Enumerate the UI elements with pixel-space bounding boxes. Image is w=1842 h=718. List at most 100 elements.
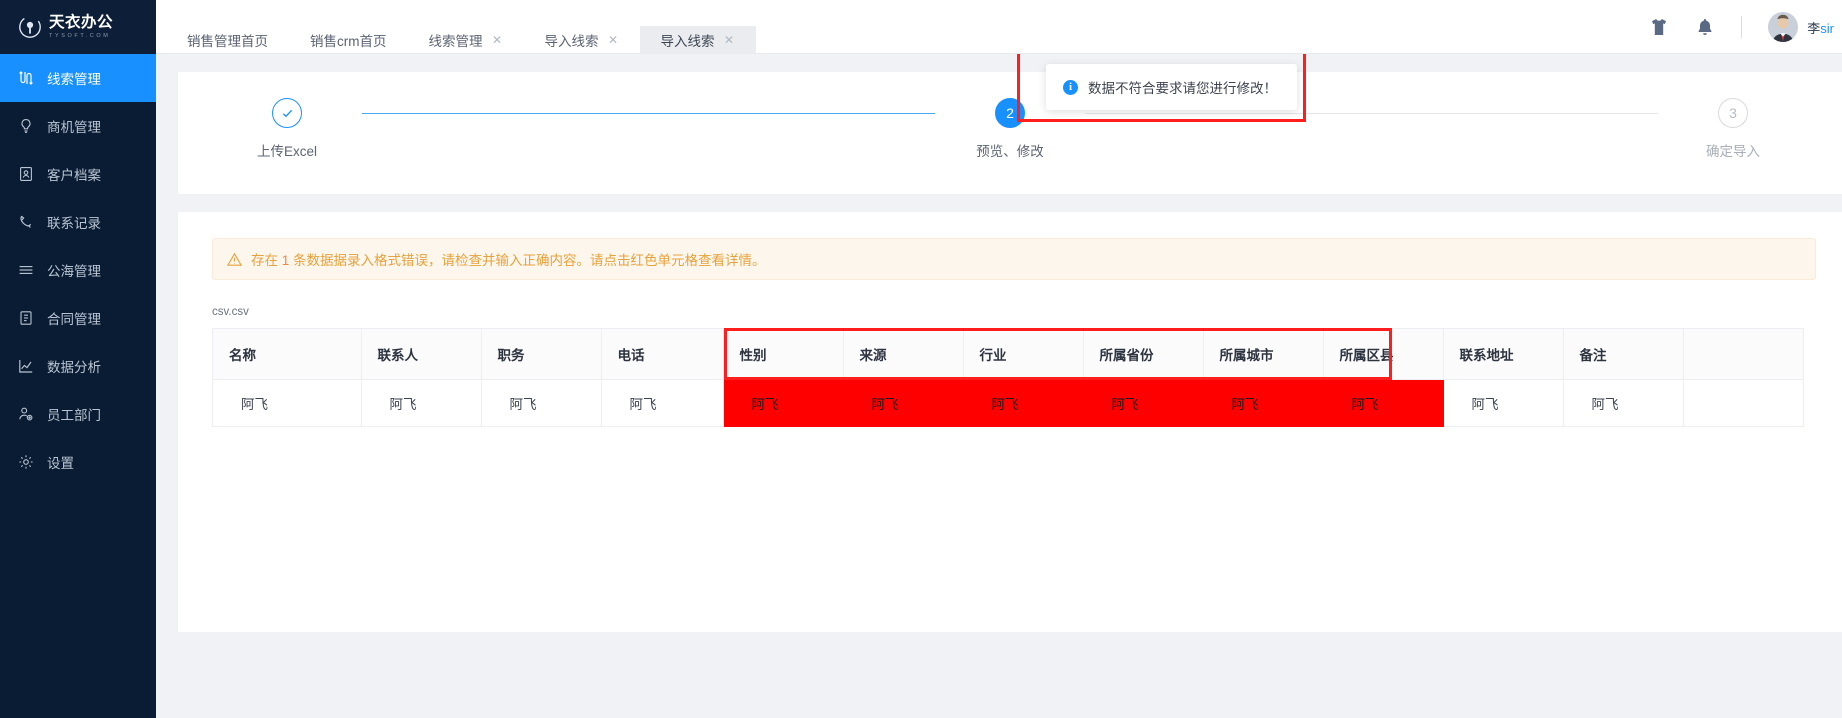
step-label: 上传Excel xyxy=(256,144,317,159)
sidebar-item-设置[interactable]: 设置 xyxy=(0,438,156,486)
bulb-icon xyxy=(18,118,34,134)
uploaded-filename: csv.csv xyxy=(212,306,249,318)
cell-所属区县-error[interactable]: 阿飞 xyxy=(1323,379,1444,427)
sidebar-item-label: 公海管理 xyxy=(47,264,101,279)
sidebar-item-线索管理[interactable]: 线索管理 xyxy=(0,54,156,102)
tab-导入线索-1[interactable]: 导入线索 ✕ xyxy=(524,26,640,53)
brand-name: 天衣办公 xyxy=(49,14,114,31)
gear-icon xyxy=(18,454,34,470)
avatar xyxy=(1768,12,1799,42)
sidebar-item-label: 数据分析 xyxy=(47,360,101,375)
info-circle-icon: i xyxy=(1063,79,1078,95)
preview-table: 名称 联系人 职务 电话 性别 来源 行业 所属省份 所属城市 所属区县 联系地 xyxy=(213,329,1803,427)
header-actions: 李sir xyxy=(1649,0,1842,54)
column-header-spacer xyxy=(1683,329,1803,380)
warning-triangle-icon xyxy=(226,252,243,267)
tab-label: 导入线索 xyxy=(660,33,715,49)
column-header-行业[interactable]: 行业 xyxy=(963,329,1084,380)
column-header-职务[interactable]: 职务 xyxy=(481,329,602,380)
user-gear-icon xyxy=(18,406,34,422)
tab-label: 导入线索 xyxy=(544,33,599,49)
column-header-名称[interactable]: 名称 xyxy=(213,329,362,380)
cell-名称[interactable]: 阿飞 xyxy=(213,379,362,427)
column-header-性别[interactable]: 性别 xyxy=(723,329,844,380)
cell-联系人[interactable]: 阿飞 xyxy=(361,379,482,427)
column-header-所属省份[interactable]: 所属省份 xyxy=(1083,329,1204,380)
sidebar-item-label: 合同管理 xyxy=(47,312,101,327)
cell-spacer xyxy=(1683,379,1803,427)
sidebar-item-label: 设置 xyxy=(47,456,74,471)
waves-icon xyxy=(18,262,34,278)
tab-销售crm首页[interactable]: 销售crm首页 xyxy=(289,26,408,53)
sidebar-item-客户档案[interactable]: 客户档案 xyxy=(0,150,156,198)
close-icon[interactable]: ✕ xyxy=(492,34,503,46)
tab-strip: 销售管理首页 销售crm首页 线索管理 ✕ 导入线索 ✕ 导入线索 ✕ xyxy=(156,26,1842,54)
step-marker-todo: 3 xyxy=(1718,98,1748,128)
sidebar-item-合同管理[interactable]: 合同管理 xyxy=(0,294,156,342)
sidebar-item-公海管理[interactable]: 公海管理 xyxy=(0,246,156,294)
user-name: 李sir xyxy=(1807,20,1834,36)
tshirt-icon[interactable] xyxy=(1649,17,1669,37)
main-area: 李sir 销售管理首页 销售crm首页 线索管理 ✕ 导入线索 ✕ 导入线索 ✕ xyxy=(156,0,1842,718)
chart-line-icon xyxy=(18,358,34,374)
error-alert-banner: 存在 1 条数据据录入格式错误，请检查并输入正确内容。请点击红色单元格查看详情。 xyxy=(212,238,1816,280)
close-icon[interactable]: ✕ xyxy=(724,34,735,46)
step-确定导入[interactable]: 3 确定导入 xyxy=(1658,98,1808,160)
alert-message: 存在 1 条数据据录入格式错误，请检查并输入正确内容。请点击红色单元格查看详情。 xyxy=(251,253,766,268)
table-row: 阿飞 阿飞 阿飞 阿飞 阿飞 阿飞 阿飞 阿飞 阿飞 阿飞 阿飞 阿飞 xyxy=(213,379,1803,427)
cell-来源-error[interactable]: 阿飞 xyxy=(843,379,964,427)
cell-备注[interactable]: 阿飞 xyxy=(1563,379,1684,427)
table-header-row: 名称 联系人 职务 电话 性别 来源 行业 所属省份 所属城市 所属区县 联系地 xyxy=(213,329,1803,380)
sidebar-item-员工部门[interactable]: 员工部门 xyxy=(0,390,156,438)
cell-所属省份-error[interactable]: 阿飞 xyxy=(1083,379,1204,427)
validation-toast: i 数据不符合要求请您进行修改！ xyxy=(1046,64,1297,110)
cell-联系地址[interactable]: 阿飞 xyxy=(1443,379,1564,427)
sidebar: 天衣办公 TYSOFT.COM 线索管理 商机管理 客户档案 联系记录 公海管理… xyxy=(0,0,156,718)
sidebar-item-数据分析[interactable]: 数据分析 xyxy=(0,342,156,390)
thread-icon xyxy=(18,70,34,86)
column-header-电话[interactable]: 电话 xyxy=(601,329,724,380)
cell-行业-error[interactable]: 阿飞 xyxy=(963,379,1084,427)
close-icon[interactable]: ✕ xyxy=(608,34,619,46)
tab-导入线索-2[interactable]: 导入线索 ✕ xyxy=(639,26,756,53)
column-header-所属区县[interactable]: 所属区县 xyxy=(1323,329,1444,380)
brand-logo-block[interactable]: 天衣办公 TYSOFT.COM xyxy=(0,0,156,54)
stepper-card: 上传Excel 2 预览、修改 3 确定导入 xyxy=(178,72,1842,194)
sidebar-item-label: 联系记录 xyxy=(47,216,101,231)
sidebar-item-联系记录[interactable]: 联系记录 xyxy=(0,198,156,246)
brand-subtitle: TYSOFT.COM xyxy=(49,32,111,39)
bell-icon[interactable] xyxy=(1695,17,1715,37)
preview-table-wrapper: 名称 联系人 职务 电话 性别 来源 行业 所属省份 所属城市 所属区县 联系地 xyxy=(212,328,1804,427)
sidebar-item-label: 线索管理 xyxy=(47,72,101,87)
step-label: 预览、修改 xyxy=(976,144,1044,159)
tab-销售管理首页[interactable]: 销售管理首页 xyxy=(166,26,289,53)
sidebar-item-label: 员工部门 xyxy=(47,408,101,423)
column-header-备注[interactable]: 备注 xyxy=(1563,329,1684,380)
step-connector-1 xyxy=(362,113,935,114)
column-header-来源[interactable]: 来源 xyxy=(843,329,964,380)
tab-label: 销售管理首页 xyxy=(187,33,268,49)
user-menu[interactable]: 李sir xyxy=(1768,12,1834,42)
sidebar-item-商机管理[interactable]: 商机管理 xyxy=(0,102,156,150)
cell-性别-error[interactable]: 阿飞 xyxy=(723,379,844,427)
tab-线索管理[interactable]: 线索管理 ✕ xyxy=(408,26,524,53)
cell-电话[interactable]: 阿飞 xyxy=(601,379,724,427)
top-header-bar: 李sir xyxy=(156,0,1842,42)
step-marker-done xyxy=(272,98,302,128)
logo-icon xyxy=(18,15,42,39)
phone-icon xyxy=(18,214,34,230)
contract-icon xyxy=(18,310,34,326)
step-上传Excel[interactable]: 上传Excel xyxy=(212,98,362,160)
column-header-联系人[interactable]: 联系人 xyxy=(361,329,482,380)
step-label: 确定导入 xyxy=(1706,144,1760,159)
file-user-icon xyxy=(18,166,34,182)
column-header-所属城市[interactable]: 所属城市 xyxy=(1203,329,1324,380)
step-connector-2 xyxy=(1085,113,1658,114)
step-marker-current: 2 xyxy=(995,98,1025,128)
import-stepper: 上传Excel 2 预览、修改 3 确定导入 xyxy=(178,98,1842,160)
sidebar-item-label: 商机管理 xyxy=(47,120,101,135)
column-header-联系地址[interactable]: 联系地址 xyxy=(1443,329,1564,380)
tab-label: 销售crm首页 xyxy=(310,33,387,49)
cell-所属城市-error[interactable]: 阿飞 xyxy=(1203,379,1324,427)
cell-职务[interactable]: 阿飞 xyxy=(481,379,602,427)
